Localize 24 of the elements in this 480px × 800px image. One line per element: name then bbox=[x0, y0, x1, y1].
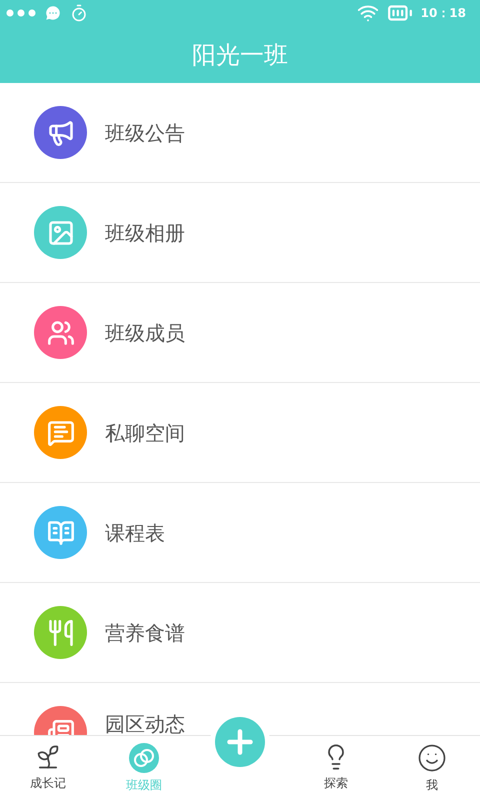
linked-circles-icon bbox=[129, 743, 159, 773]
menu-item[interactable]: 课程表 bbox=[0, 483, 480, 583]
tab-item[interactable]: 成长记 bbox=[0, 736, 96, 792]
menu-item[interactable]: 班级相册 bbox=[0, 183, 480, 283]
stopwatch-icon bbox=[70, 4, 88, 22]
menu-item[interactable]: 私聊空间 bbox=[0, 383, 480, 483]
menu-label: 课程表 bbox=[105, 520, 165, 546]
menu-item[interactable]: 班级成员 bbox=[0, 283, 480, 383]
status-time: 10：18 bbox=[420, 5, 466, 22]
menu-label: 园区动态 bbox=[105, 712, 185, 734]
menu-item[interactable]: 营养食谱 bbox=[0, 583, 480, 683]
face-outline-icon bbox=[417, 743, 447, 773]
menu-label: 私聊空间 bbox=[105, 420, 185, 446]
add-button[interactable] bbox=[215, 717, 265, 767]
header-title: 阳光一班 bbox=[192, 40, 288, 70]
menu-label: 班级公告 bbox=[105, 120, 185, 146]
signal-dots-icon bbox=[6, 9, 36, 17]
menu-label: 营养食谱 bbox=[105, 620, 185, 646]
menu-label: 班级相册 bbox=[105, 220, 185, 246]
menu-item[interactable]: 班级公告 bbox=[0, 83, 480, 183]
tab-item[interactable]: 探索 bbox=[288, 736, 384, 792]
tab-item[interactable]: 我 bbox=[384, 736, 480, 794]
chat-notification-icon bbox=[44, 4, 62, 22]
menu-label: 班级成员 bbox=[105, 320, 185, 346]
